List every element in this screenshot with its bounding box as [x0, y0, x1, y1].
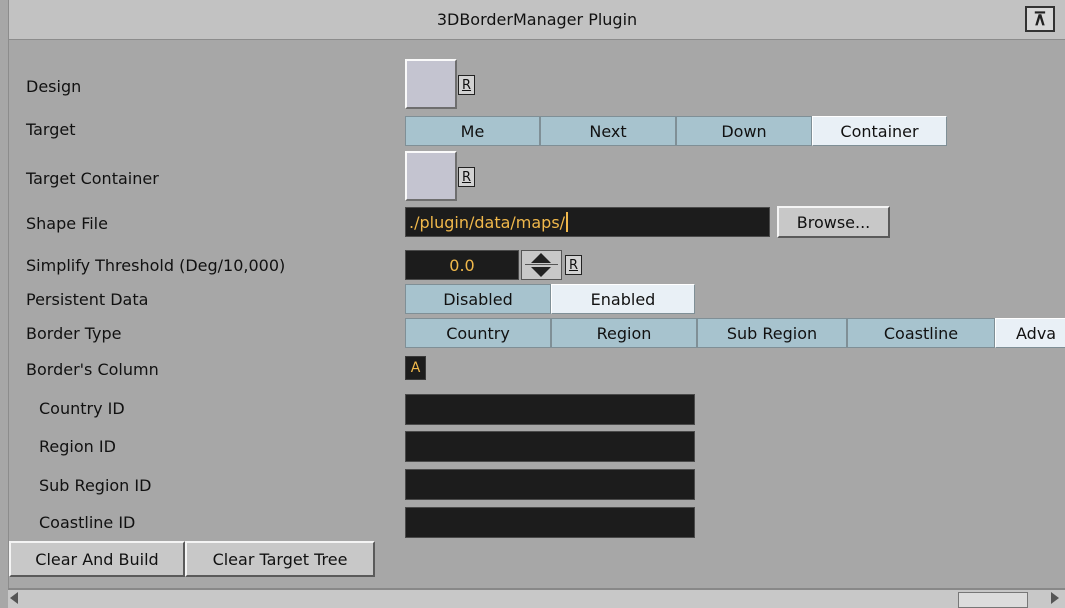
- sub-region-id-input[interactable]: [405, 469, 695, 500]
- region-id-label: Region ID: [39, 437, 116, 456]
- shape-file-input[interactable]: ./plugin/data/maps/: [405, 207, 770, 237]
- border-type-country-button[interactable]: Country: [405, 318, 551, 348]
- scrollbar-thumb[interactable]: [958, 592, 1028, 608]
- stepper-up-icon[interactable]: [531, 253, 551, 263]
- window-title: 3DBorderManager Plugin: [436, 10, 638, 29]
- design-label: Design: [26, 77, 82, 96]
- target-container-reset-button[interactable]: R: [458, 167, 475, 187]
- border-type-selector: Country Region Sub Region Coastline Adva: [405, 318, 1065, 348]
- title-bar: 3DBorderManager Plugin ⊼: [8, 0, 1065, 40]
- border-type-sub-region-button[interactable]: Sub Region: [697, 318, 847, 348]
- target-container-label: Target Container: [26, 169, 159, 188]
- clear-and-build-button[interactable]: Clear And Build: [9, 541, 185, 577]
- scroll-right-icon[interactable]: [1051, 592, 1059, 604]
- clear-target-tree-button[interactable]: Clear Target Tree: [185, 541, 375, 577]
- border-type-coastline-button[interactable]: Coastline: [847, 318, 995, 348]
- target-down-button[interactable]: Down: [676, 116, 812, 146]
- target-me-button[interactable]: Me: [405, 116, 540, 146]
- simplify-threshold-stepper[interactable]: [521, 250, 562, 280]
- simplify-reset-button[interactable]: R: [565, 255, 582, 275]
- borders-column-label: Border's Column: [26, 360, 159, 379]
- region-id-input[interactable]: [405, 431, 695, 462]
- shape-file-value: ./plugin/data/maps/: [409, 212, 566, 232]
- sub-region-id-label: Sub Region ID: [39, 476, 152, 495]
- persistent-disabled-button[interactable]: Disabled: [405, 284, 551, 314]
- plugin-panel: Design R Target Me Next Down Container T…: [8, 40, 1065, 588]
- border-type-label: Border Type: [26, 324, 122, 343]
- persistent-data-label: Persistent Data: [26, 290, 149, 309]
- persistent-enabled-button[interactable]: Enabled: [551, 284, 695, 314]
- stepper-down-icon[interactable]: [531, 267, 551, 277]
- target-container-drop-slot[interactable]: [405, 151, 457, 201]
- borders-column-animation-button[interactable]: A: [405, 356, 426, 380]
- target-next-button[interactable]: Next: [540, 116, 676, 146]
- target-label: Target: [26, 120, 76, 139]
- persistent-data-selector: Disabled Enabled: [405, 284, 695, 314]
- browse-button[interactable]: Browse...: [777, 206, 890, 238]
- coastline-id-input[interactable]: [405, 507, 695, 538]
- horizontal-scrollbar[interactable]: [8, 588, 1065, 608]
- target-container-button[interactable]: Container: [812, 116, 947, 146]
- viz-plugin-icon[interactable]: ⊼: [1025, 6, 1055, 32]
- text-cursor: [566, 212, 569, 232]
- border-type-region-button[interactable]: Region: [551, 318, 697, 348]
- simplify-threshold-label: Simplify Threshold (Deg/10,000): [26, 256, 286, 275]
- target-selector: Me Next Down Container: [405, 116, 947, 146]
- scroll-left-icon[interactable]: [10, 592, 18, 604]
- coastline-id-label: Coastline ID: [39, 513, 136, 532]
- design-reset-button[interactable]: R: [458, 75, 475, 95]
- shape-file-label: Shape File: [26, 214, 108, 233]
- border-type-advanced-button[interactable]: Adva: [995, 318, 1065, 348]
- simplify-threshold-input[interactable]: 0.0: [405, 250, 519, 280]
- country-id-input[interactable]: [405, 394, 695, 425]
- design-drop-slot[interactable]: [405, 59, 457, 109]
- country-id-label: Country ID: [39, 399, 125, 418]
